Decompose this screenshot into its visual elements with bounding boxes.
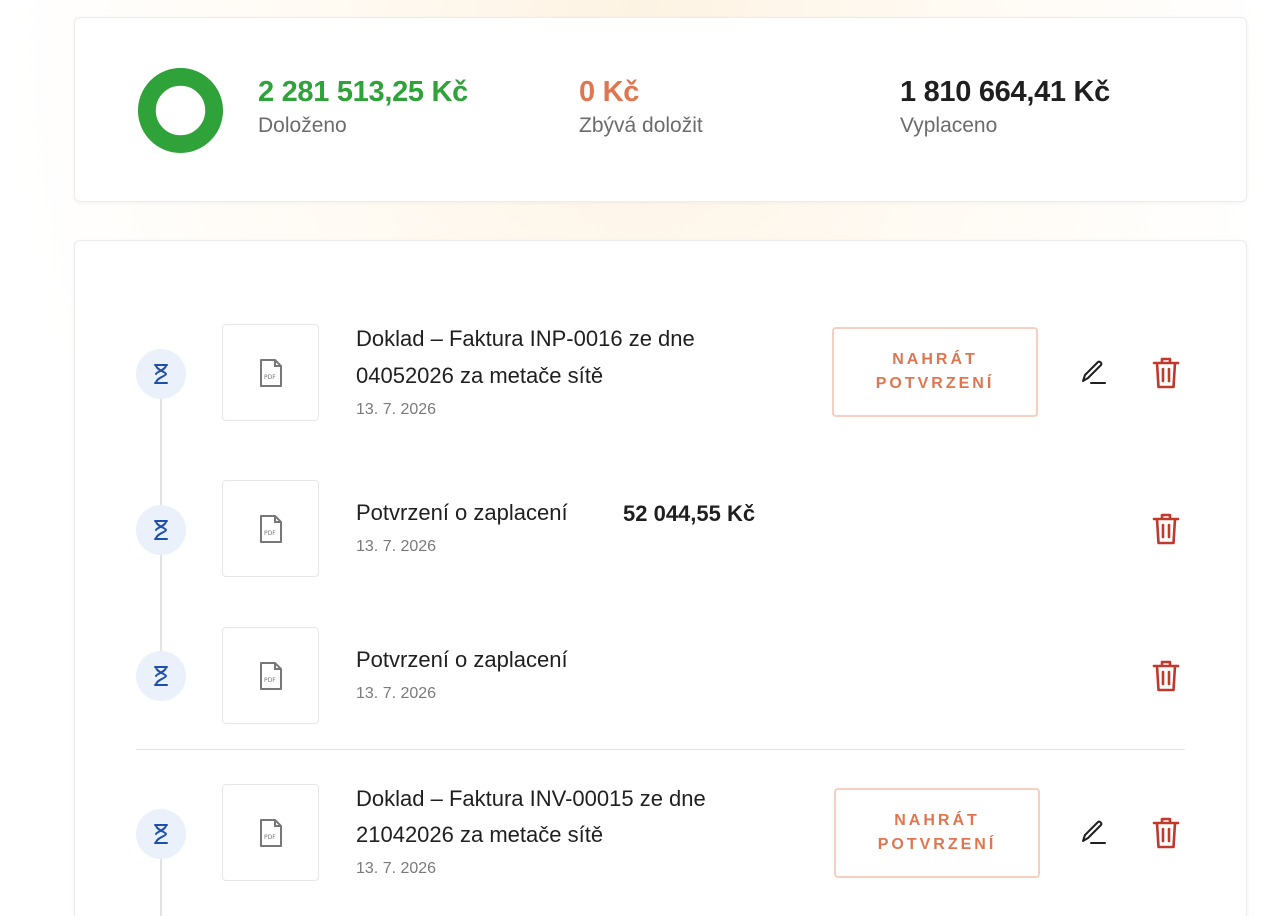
svg-text:PDF: PDF [264,374,276,381]
document-date: 13. 7. 2026 [356,860,437,877]
pdf-file-icon[interactable]: PDF [222,627,319,724]
trash-icon[interactable] [1146,353,1186,393]
pdf-file-icon[interactable]: PDF [222,480,319,577]
hourglass-icon [136,505,186,555]
trash-icon[interactable] [1146,509,1186,549]
upload-button-label: POTVRZENÍ [877,836,997,853]
document-date: 13. 7. 2026 [356,685,437,702]
upload-confirmation-button[interactable]: NAHRÁT POTVRZENÍ [832,327,1038,417]
upload-confirmation-button[interactable]: NAHRÁT POTVRZENÍ [834,788,1040,878]
svg-text:PDF: PDF [264,834,276,841]
hourglass-icon [136,809,186,859]
edit-icon[interactable] [1073,813,1113,853]
svg-text:PDF: PDF [264,677,276,684]
pdf-file-icon[interactable]: PDF [222,784,319,881]
dolozeno-label: Doloženo [258,114,347,137]
document-amount: 52 044,55 Kč [623,501,756,526]
document-title: 21042026 za metače sítě [356,822,604,847]
dolozeno-value: 2 281 513,25 Kč [258,76,468,108]
stat-zbyva: 0 Kč Zbývá doložit [579,74,703,138]
vyplaceno-value: 1 810 664,41 Kč [900,76,1110,108]
document-title: Doklad – Faktura INP-0016 ze dne [356,326,695,351]
document-title: Potvrzení o zaplacení [356,647,568,672]
document-date: 13. 7. 2026 [356,538,437,555]
upload-button-label: NAHRÁT [892,351,978,368]
document-date: 13. 7. 2026 [356,401,437,418]
hourglass-icon [136,651,186,701]
document-title: Doklad – Faktura INV-00015 ze dne [356,786,706,811]
summary-card: 2 281 513,25 Kč Doloženo 0 Kč Zbývá dolo… [74,17,1247,202]
stat-dolozeno: 2 281 513,25 Kč Doloženo [258,74,468,138]
trash-icon[interactable] [1146,813,1186,853]
stat-vyplaceno: 1 810 664,41 Kč Vyplaceno [900,74,1110,138]
upload-button-label: POTVRZENÍ [875,375,995,392]
upload-button-label: NAHRÁT [894,812,980,829]
section-divider [136,749,1185,750]
vyplaceno-label: Vyplaceno [900,114,998,137]
edit-icon[interactable] [1073,353,1113,393]
progress-donut [137,67,224,154]
zbyva-value: 0 Kč [579,76,640,108]
document-title: Potvrzení o zaplacení [356,500,568,525]
zbyva-label: Zbývá doložit [579,114,703,137]
svg-text:PDF: PDF [264,530,276,537]
pdf-file-icon[interactable]: PDF [222,324,319,421]
hourglass-icon [136,349,186,399]
trash-icon[interactable] [1146,656,1186,696]
document-title: 04052026 za metače sítě [356,363,604,388]
